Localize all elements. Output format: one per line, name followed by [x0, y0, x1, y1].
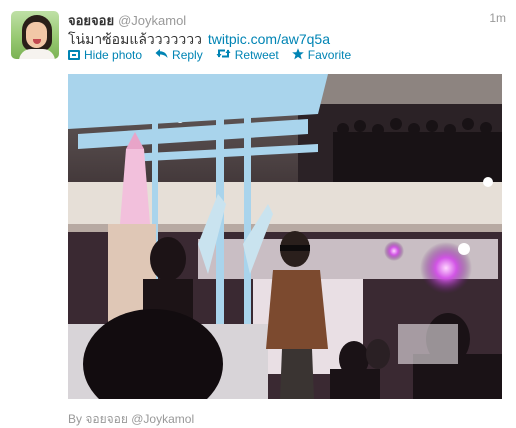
author-fullname[interactable]: จอยจอย: [68, 13, 114, 28]
favorite-label: Favorite: [307, 48, 352, 62]
avatar-face: [26, 22, 47, 48]
author-screen-name[interactable]: @Joykamol: [118, 13, 186, 28]
tweet-timestamp[interactable]: 1m: [489, 11, 506, 25]
hide-photo-button[interactable]: Hide photo: [68, 48, 142, 62]
hide-photo-label: Hide photo: [84, 48, 143, 62]
attribution-fullname[interactable]: จอยจอย: [85, 412, 128, 426]
avatar-shirt: [19, 49, 55, 59]
reply-arrow-icon: [155, 48, 168, 62]
tweet-card: จอยจอย @Joykamol 1m โน่มาซ้อมแล้ววววววว t…: [0, 0, 516, 428]
attribution-screen-name[interactable]: @Joykamol: [131, 412, 194, 426]
tweet-actions: Hide photo Reply Retweet Favorite: [68, 47, 364, 63]
photo-scene: [68, 74, 502, 399]
star-icon: [291, 47, 304, 63]
reply-button[interactable]: Reply: [155, 48, 203, 62]
tweet-link[interactable]: twitpic.com/aw7q5a: [208, 31, 330, 47]
attribution-by: By: [68, 412, 83, 426]
tweet-body: โน่มาซ้อมแล้ววววววว: [68, 31, 202, 47]
photo-attribution: By จอยจอย @Joykamol: [68, 410, 194, 428]
reply-label: Reply: [172, 48, 203, 62]
retweet-label: Retweet: [234, 48, 279, 62]
favorite-button[interactable]: Favorite: [291, 47, 352, 63]
tweet-photo[interactable]: [68, 74, 502, 399]
retweet-button[interactable]: Retweet: [216, 48, 279, 62]
tweet-header: จอยจอย @Joykamol: [68, 10, 186, 28]
photo-icon: [68, 50, 80, 60]
avatar[interactable]: [11, 11, 59, 59]
retweet-icon: [216, 48, 231, 62]
